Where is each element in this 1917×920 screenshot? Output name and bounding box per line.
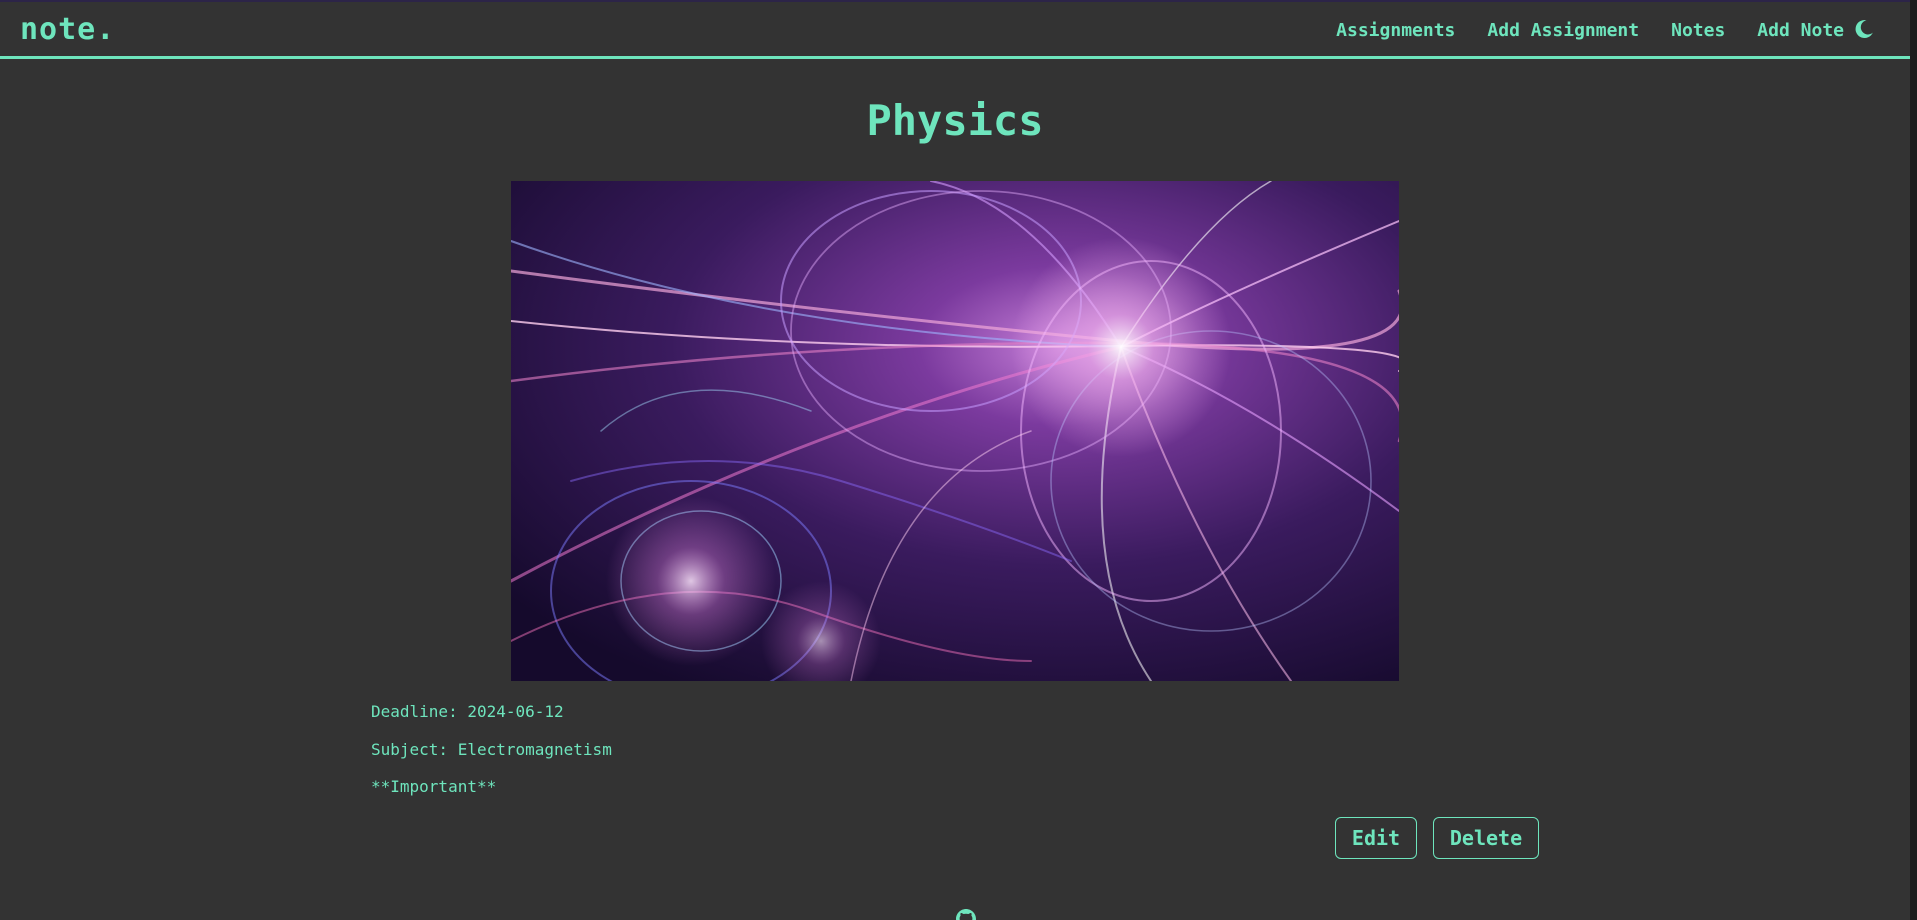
page-scrollbar[interactable] (1910, 0, 1917, 920)
brand-logo[interactable]: note. (20, 12, 115, 47)
page-title: Physics (866, 96, 1044, 145)
subject-text: Subject: Electromagnetism (371, 740, 612, 759)
navbar: note. Assignments Add Assignment Notes A… (0, 2, 1910, 59)
nav-link-add-note[interactable]: Add Note (1757, 20, 1844, 41)
scrollbar-thumb[interactable] (1910, 0, 1917, 920)
assignment-image (511, 181, 1399, 681)
deadline-text: Deadline: 2024-06-12 (371, 702, 564, 721)
nav-link-add-assignment[interactable]: Add Assignment (1487, 20, 1639, 41)
nav-links: Assignments Add Assignment Notes Add Not… (1336, 20, 1844, 41)
assignment-note-text: **Important** (371, 777, 497, 796)
delete-button[interactable]: Delete (1433, 817, 1539, 859)
edit-button[interactable]: Edit (1335, 817, 1417, 859)
nav-link-assignments[interactable]: Assignments (1336, 20, 1455, 41)
page: note. Assignments Add Assignment Notes A… (0, 0, 1917, 920)
moon-icon[interactable] (1852, 17, 1876, 41)
nav-link-notes[interactable]: Notes (1671, 20, 1725, 41)
github-icon[interactable] (955, 908, 977, 920)
